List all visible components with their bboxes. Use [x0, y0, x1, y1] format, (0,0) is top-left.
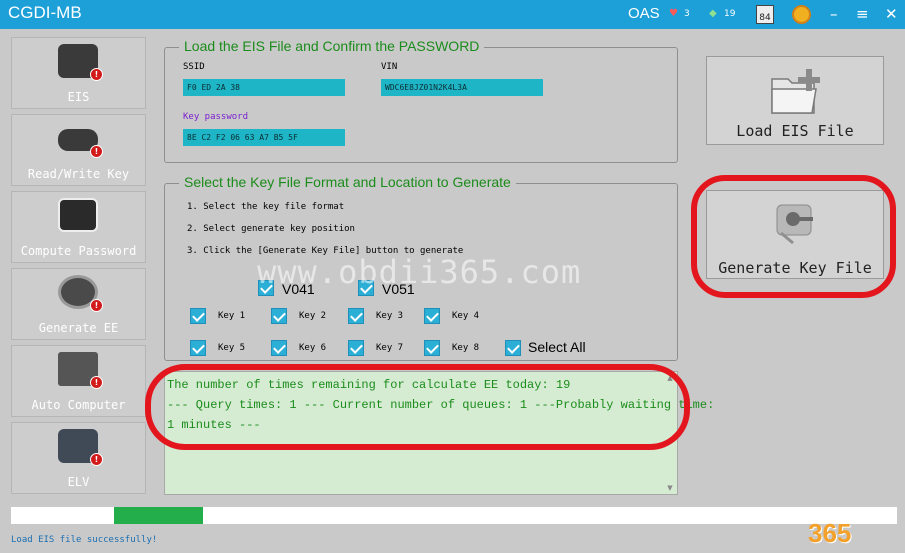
key-4-checkbox[interactable] — [424, 308, 440, 324]
calendar-icon[interactable]: 84 — [756, 5, 774, 24]
load-eis-file-label: Load EIS File — [736, 122, 854, 140]
sidebar-item-generate-ee[interactable]: ! Generate EE — [11, 268, 146, 340]
ssid-field[interactable]: F0 ED 2A 38 — [183, 79, 345, 96]
close-button[interactable]: ✕ — [885, 5, 898, 23]
title-bar: CGDI-MB OAS ♥ 3 ◆ 19 84 – ≡ ✕ — [0, 0, 905, 29]
key-3-checkbox[interactable] — [348, 308, 364, 324]
alert-badge-icon: ! — [90, 68, 103, 81]
key-2-checkbox[interactable] — [271, 308, 287, 324]
key-5-checkbox[interactable] — [190, 340, 206, 356]
corner-logo: 365 — [808, 518, 852, 548]
key-7-label: Key 7 — [376, 343, 404, 353]
oas-label[interactable]: OAS — [628, 5, 660, 22]
key-1-label: Key 1 — [218, 311, 246, 321]
log-line: --- Query times: 1 --- Current number of… — [167, 398, 715, 412]
select-all-label: Select All — [528, 339, 586, 355]
heart-count: 3 — [684, 9, 690, 19]
key-2-label: Key 2 — [299, 311, 327, 321]
sidebar-item-read-write-key[interactable]: ! Read/Write Key — [11, 114, 146, 186]
ssid-label: SSID — [183, 62, 205, 72]
folder-add-icon — [771, 69, 820, 114]
step-2: 2. Select generate key position — [187, 224, 355, 234]
log-line: The number of times remaining for calcul… — [167, 378, 571, 392]
calendar-day: 84 — [759, 13, 771, 23]
sidebar-item-eis[interactable]: ! EIS — [11, 37, 146, 109]
generate-key-file-label: Generate Key File — [718, 259, 872, 277]
key-7-checkbox[interactable] — [348, 340, 364, 356]
sidebar-item-compute-password[interactable]: Compute Password — [11, 191, 146, 263]
key-3-label: Key 3 — [376, 311, 404, 321]
minimize-button[interactable]: – — [830, 5, 838, 23]
alert-badge-icon: ! — [90, 299, 103, 312]
sidebar-item-auto-computer[interactable]: ! Auto Computer — [11, 345, 146, 417]
sidebar-item-label: Auto Computer — [31, 398, 126, 412]
eis-group: Load the EIS File and Confirm the PASSWO… — [164, 38, 678, 163]
key-6-label: Key 6 — [299, 343, 327, 353]
alert-badge-icon: ! — [90, 376, 103, 389]
scroll-down-arrow-icon[interactable]: ▼ — [665, 484, 675, 492]
heart-icon: ♥ — [669, 8, 678, 19]
key-8-checkbox[interactable] — [424, 340, 440, 356]
gem-count: 19 — [724, 9, 736, 19]
watermark-text: www.obdii365.com — [257, 253, 582, 291]
select-all-checkbox[interactable] — [505, 340, 521, 356]
eis-group-title: Load the EIS File and Confirm the PASSWO… — [179, 38, 485, 54]
alert-badge-icon: ! — [90, 145, 103, 158]
keypad-icon — [58, 198, 98, 232]
key-8-label: Key 8 — [452, 343, 480, 353]
key-1-checkbox[interactable] — [190, 308, 206, 324]
gem-icon: ◆ — [709, 8, 717, 19]
key-file-group-title: Select the Key File Format and Location … — [179, 174, 516, 190]
sidebar-item-label: Compute Password — [20, 244, 137, 258]
load-eis-file-button[interactable]: Load EIS File — [706, 56, 884, 145]
key-6-checkbox[interactable] — [271, 340, 287, 356]
sidebar-item-label: ELV — [67, 475, 90, 489]
menu-button[interactable]: ≡ — [856, 5, 869, 23]
key-4-label: Key 4 — [452, 311, 480, 321]
log-line: 1 minutes --- — [167, 418, 261, 432]
step-1: 1. Select the key file format — [187, 202, 345, 212]
vin-field[interactable]: WDC6E8JZ01N2K4L3A — [381, 79, 543, 96]
key-password-field[interactable]: 8E C2 F2 06 63 A7 B5 5F — [183, 129, 345, 146]
app-title: CGDI-MB — [8, 3, 82, 22]
sidebar-item-label: EIS — [67, 90, 90, 104]
log-output[interactable]: The number of times remaining for calcul… — [164, 371, 714, 495]
generate-key-file-button[interactable]: Generate Key File — [706, 190, 884, 279]
sidebar-item-label: Generate EE — [38, 321, 119, 335]
scroll-up-arrow-icon[interactable]: ▲ — [665, 374, 675, 382]
sidebar-item-label: Read/Write Key — [27, 167, 130, 181]
key-generate-icon — [776, 204, 813, 245]
alert-badge-icon: ! — [90, 453, 103, 466]
medal-icon[interactable] — [792, 5, 811, 24]
progress-fill — [114, 507, 203, 524]
progress-bar — [11, 507, 897, 524]
key-5-label: Key 5 — [218, 343, 246, 353]
sidebar-item-elv[interactable]: ! ELV — [11, 422, 146, 494]
key-password-label: Key password — [183, 112, 249, 122]
status-text: Load EIS file successfully! — [11, 535, 158, 545]
vin-label: VIN — [381, 62, 398, 72]
